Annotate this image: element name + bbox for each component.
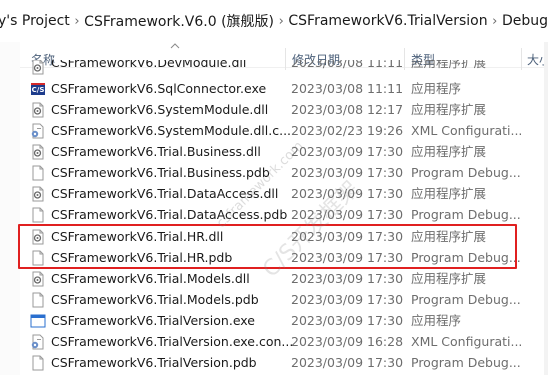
file-modified: 2023/02/23 19:26: [291, 123, 404, 138]
file-type: 应用程序: [411, 313, 462, 328]
file-name: CSFrameworkV6.Trial.DataAccess.pdb: [51, 207, 288, 222]
config-icon: [30, 334, 46, 350]
vertical-scrollbar[interactable]: [544, 42, 548, 375]
breadcrumb-item-project[interactable]: y's Project: [0, 13, 70, 29]
sort-chevron-icon: [170, 43, 180, 49]
file-name: CSFrameworkV6.Trial.Business.dll: [51, 144, 261, 159]
file-name: CSFrameworkV6.Trial.DataAccess.dll: [51, 186, 279, 201]
file-modified: 2023/03/09 17:30: [291, 313, 404, 328]
file-type: Program Debug...: [411, 355, 521, 370]
breadcrumb: y's Project › CSFramework.V6.0 (旗舰版) › C…: [0, 0, 548, 42]
file-modified: 2023/03/09 17:30: [291, 355, 404, 370]
breadcrumb-separator-icon: ›: [74, 13, 80, 29]
file-name: CSFrameworkV6.Trial.Models.dll: [51, 271, 250, 286]
exe-app-icon: C/S: [30, 81, 46, 97]
breadcrumb-item-trialversion[interactable]: CSFrameworkV6.TrialVersion: [288, 13, 487, 29]
file-type: 应用程序扩展: [411, 271, 487, 286]
file-row[interactable]: CSFrameworkV6.Trial.Business.dll 2023/03…: [20, 141, 548, 162]
file-row[interactable]: CSFrameworkV6.Trial.HR.pdb 2023/03/09 17…: [20, 247, 548, 268]
file-name: CSFrameworkV6.SystemModule.dll.c...: [51, 123, 292, 138]
dll-icon: [30, 186, 46, 202]
file-type: 应用程序扩展: [411, 186, 487, 201]
file-type: 应用程序扩展: [411, 229, 487, 244]
file-modified: 2023/03/09 17:30: [291, 144, 404, 159]
dll-icon: [30, 102, 46, 118]
file-type: XML Configurati...: [411, 123, 523, 138]
file-row[interactable]: CSFrameworkV6.TrialVersion.exe.con... 20…: [20, 331, 548, 352]
file-type: Program Debug...: [411, 165, 521, 180]
file-modified: 2023/03/09 17:30: [291, 292, 404, 307]
file-row[interactable]: CSFrameworkV6.Trial.Models.pdb 2023/03/0…: [20, 289, 548, 310]
file-modified: 2023/03/08 12:17: [291, 102, 404, 117]
file-row[interactable]: CSFrameworkV6.Trial.Business.pdb 2023/03…: [20, 162, 548, 183]
file-name: CSFrameworkV6.SystemModule.dll: [51, 102, 269, 117]
file-row[interactable]: CSFrameworkV6.Trial.Models.dll 2023/03/0…: [20, 268, 548, 289]
file-name: CSFrameworkV6.SqlConnector.exe: [51, 81, 267, 96]
file-modified: 2023/03/08 11:11: [291, 60, 404, 70]
svg-text:C/S: C/S: [32, 86, 45, 94]
breadcrumb-separator-icon: ›: [492, 13, 498, 29]
file-row[interactable]: CSFrameworkV6.DevModule.dll 2023/03/08 1…: [20, 60, 548, 77]
file-row[interactable]: CSFrameworkV6.TrialVersion.exe 2023/03/0…: [20, 310, 548, 331]
file-type: Program Debug...: [411, 292, 521, 307]
file-row[interactable]: CSFrameworkV6.TrialVersion.pdb 2023/03/0…: [20, 352, 548, 373]
file-type: Program Debug...: [411, 207, 521, 222]
file-list: CSFrameworkV6.DevModule.dll 2023/03/08 1…: [0, 60, 548, 375]
file-name: CSFrameworkV6.Trial.HR.pdb: [51, 250, 233, 265]
breadcrumb-item-csframework[interactable]: CSFramework.V6.0 (旗舰版): [84, 11, 274, 31]
file-row[interactable]: CSFrameworkV6.SystemModule.dll.c... 2023…: [20, 120, 548, 141]
dll-icon: [30, 144, 46, 160]
file-modified: 2023/03/09 17:30: [291, 186, 404, 201]
file-name: CSFrameworkV6.TrialVersion.pdb: [51, 355, 257, 370]
file-modified: 2023/03/09 17:30: [291, 271, 404, 286]
file-icon: [30, 355, 46, 371]
file-row[interactable]: CSFrameworkV6.Trial.HR.dll 2023/03/09 17…: [20, 226, 548, 247]
dll-icon: [30, 229, 46, 245]
file-name: CSFrameworkV6.Trial.Models.pdb: [51, 292, 259, 307]
dll-icon: [30, 271, 46, 287]
file-icon: [30, 207, 46, 223]
file-icon: [30, 250, 46, 266]
file-modified: 2023/03/09 17:30: [291, 165, 404, 180]
dll-icon: [30, 60, 46, 75]
file-row[interactable]: C/S CSFrameworkV6.SqlConnector.exe 2023/…: [20, 78, 548, 99]
breadcrumb-separator-icon: ›: [278, 13, 284, 29]
file-type: 应用程序扩展: [411, 102, 487, 117]
file-modified: 2023/03/09 17:30: [291, 250, 404, 265]
file-type: 应用程序扩展: [411, 60, 487, 70]
file-name: CSFrameworkV6.DevModule.dll: [51, 60, 247, 70]
file-name: CSFrameworkV6.Trial.HR.dll: [51, 229, 224, 244]
breadcrumb-item-debug[interactable]: Debug: [502, 13, 548, 29]
file-modified: 2023/03/09 17:30: [291, 207, 404, 222]
file-name: CSFrameworkV6.Trial.Business.pdb: [51, 165, 270, 180]
file-row[interactable]: CSFrameworkV6.Trial.DataAccess.pdb 2023/…: [20, 204, 548, 225]
config-icon: [30, 123, 46, 139]
file-type: 应用程序扩展: [411, 144, 487, 159]
file-type: Program Debug...: [411, 250, 521, 265]
exe-window-icon: [30, 313, 46, 329]
file-icon: [30, 165, 46, 181]
file-row[interactable]: CSFrameworkV6.SystemModule.dll 2023/03/0…: [20, 99, 548, 120]
file-type: XML Configurati...: [411, 334, 523, 349]
file-icon: [30, 292, 46, 308]
file-modified: 2023/03/08 11:11: [291, 81, 404, 96]
file-row[interactable]: CSFrameworkV6.Trial.DataAccess.dll 2023/…: [20, 183, 548, 204]
file-name: CSFrameworkV6.TrialVersion.exe.con...: [51, 334, 294, 349]
file-modified: 2023/03/09 16:28: [291, 334, 404, 349]
file-name: CSFrameworkV6.TrialVersion.exe: [51, 313, 255, 328]
file-modified: 2023/03/09 17:30: [291, 229, 404, 244]
file-type: 应用程序: [411, 81, 462, 96]
